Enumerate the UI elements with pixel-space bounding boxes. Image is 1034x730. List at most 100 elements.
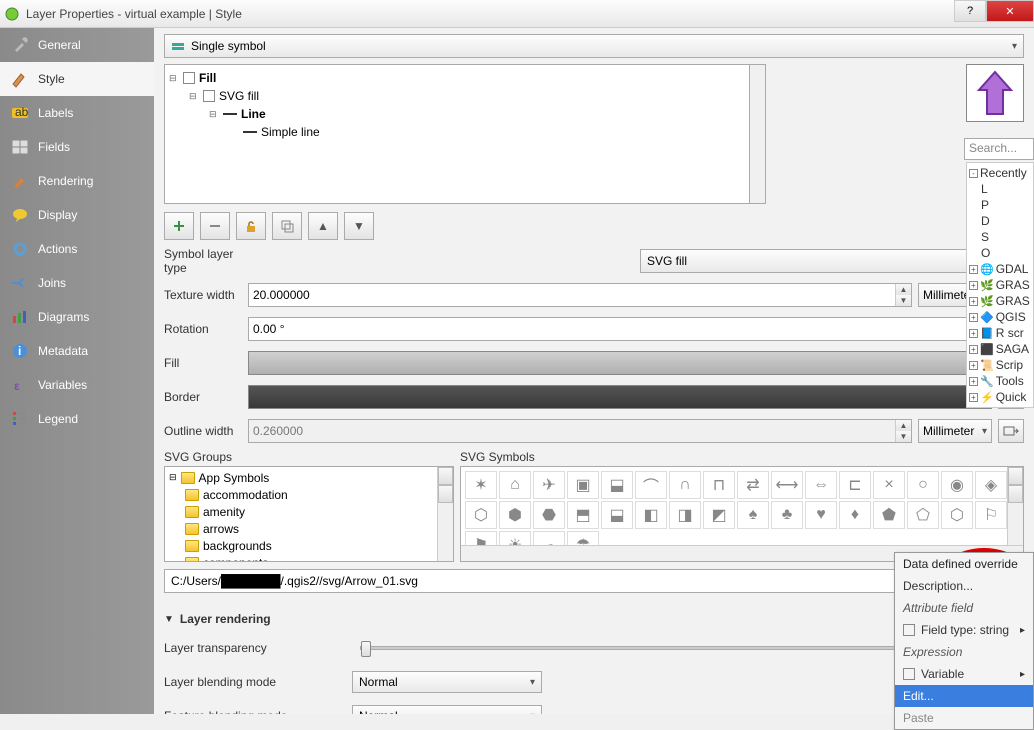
menu-edit[interactable]: Edit... (895, 685, 1033, 707)
sidebar-label: Metadata (38, 344, 88, 358)
svg-symbols-grid[interactable]: ✶⌂✈▣⬓⌒∩⊓⇄⟷⇔⊏ ×○◉◈⬡⬢⬣⬒⬓◧◨◩ ♠♣♥♦⬟⬠⬡⚐⚑☀☁☂ (460, 466, 1024, 562)
folder-item: App Symbols (199, 471, 270, 485)
lock-button[interactable] (236, 212, 266, 240)
sidebar: General Style abc Labels Fields Renderin… (0, 28, 154, 714)
sidebar-label: Style (38, 72, 65, 86)
sidebar-label: Display (38, 208, 77, 222)
tree-scrollbar[interactable] (750, 64, 766, 204)
rotation-label: Rotation (164, 322, 242, 336)
sidebar-item-diagrams[interactable]: Diagrams (0, 300, 154, 334)
svg-text:i: i (18, 344, 21, 358)
labels-icon: abc (10, 103, 30, 123)
sidebar-item-general[interactable]: General (0, 28, 154, 62)
brush-icon (10, 69, 30, 89)
layer-type-label: Symbol layer type (164, 247, 242, 275)
rotation-spin[interactable]: 0.00 °▲▼ (248, 317, 992, 341)
processing-tree[interactable]: -Recently L P D S O +🌐GDAL +🌿GRAS +🌿GRAS… (966, 162, 1034, 408)
folder-item: accommodation (203, 488, 288, 502)
tree-item: SVG fill (219, 89, 259, 103)
fields-icon (10, 137, 30, 157)
feature-blend-label: Feature blending mode (164, 709, 344, 714)
app-icon (4, 6, 20, 22)
symbol-preview (966, 64, 1024, 122)
renderer-combo[interactable]: Single symbol (164, 34, 1024, 58)
dd-override-button[interactable] (998, 419, 1024, 443)
sidebar-label: Actions (38, 242, 77, 256)
menu-paste[interactable]: Paste (895, 707, 1033, 729)
sidebar-item-display[interactable]: Display (0, 198, 154, 232)
svg-text:abc: abc (15, 106, 29, 119)
search-input[interactable]: Search... (964, 138, 1034, 160)
svg-groups-list[interactable]: ⊟App Symbols accommodation amenity arrow… (164, 466, 454, 562)
menu-heading: Data defined override (895, 553, 1033, 575)
folder-item: backgrounds (203, 539, 272, 553)
renderer-label: Single symbol (191, 39, 266, 53)
sidebar-label: Labels (38, 106, 73, 120)
gear-icon (10, 239, 30, 259)
border-color-button[interactable] (248, 385, 992, 409)
svg-symbols-label: SVG Symbols (460, 450, 1024, 464)
border-label: Border (164, 390, 242, 404)
layer-blend-combo[interactable]: Normal (352, 671, 542, 693)
sidebar-item-metadata[interactable]: i Metadata (0, 334, 154, 368)
duplicate-button[interactable] (272, 212, 302, 240)
sidebar-item-actions[interactable]: Actions (0, 232, 154, 266)
move-down-button[interactable]: ▼ (344, 212, 374, 240)
speech-icon (10, 205, 30, 225)
fill-color-button[interactable] (248, 351, 992, 375)
sidebar-item-legend[interactable]: Legend (0, 402, 154, 436)
render-brush-icon (10, 171, 30, 191)
sidebar-label: Diagrams (38, 310, 89, 324)
legend-icon (10, 409, 30, 429)
sidebar-item-joins[interactable]: Joins (0, 266, 154, 300)
texture-width-spin[interactable]: 20.000000▲▼ (248, 283, 912, 307)
tree-root: Fill (199, 71, 216, 85)
outline-width-label: Outline width (164, 424, 242, 438)
sidebar-item-fields[interactable]: Fields (0, 130, 154, 164)
menu-attr-field: Attribute field (895, 597, 1033, 619)
data-defined-menu: Data defined override Description... Att… (894, 552, 1034, 730)
diagram-icon (10, 307, 30, 327)
menu-description[interactable]: Description... (895, 575, 1033, 597)
add-layer-button[interactable] (164, 212, 194, 240)
info-icon: i (10, 341, 30, 361)
svg-text:ε: ε (14, 379, 20, 393)
close-button[interactable]: ✕ (986, 0, 1034, 22)
tree-item: Line (241, 107, 266, 121)
remove-layer-button[interactable] (200, 212, 230, 240)
sidebar-item-labels[interactable]: abc Labels (0, 96, 154, 130)
sidebar-label: Joins (38, 276, 66, 290)
joins-icon (10, 273, 30, 293)
move-up-button[interactable]: ▲ (308, 212, 338, 240)
folder-item: arrows (203, 522, 239, 536)
outline-width-unit[interactable]: Millimeter (918, 419, 992, 443)
sidebar-item-rendering[interactable]: Rendering (0, 164, 154, 198)
scrollbar[interactable] (437, 467, 453, 561)
svg-groups-label: SVG Groups (164, 450, 454, 464)
window-title: Layer Properties - virtual example | Sty… (26, 7, 1030, 21)
symbol-layer-tree[interactable]: ⊟Fill ⊟SVG fill ⊟Line Simple line (164, 64, 750, 204)
help-button[interactable]: ? (954, 0, 986, 22)
wrench-icon (10, 35, 30, 55)
tree-item: Simple line (261, 125, 320, 139)
sidebar-label: General (38, 38, 81, 52)
menu-expression: Expression (895, 641, 1033, 663)
outline-width-spin[interactable]: 0.260000▲▼ (248, 419, 912, 443)
feature-blend-combo[interactable]: Normal (352, 705, 542, 714)
sidebar-label: Fields (38, 140, 70, 154)
sidebar-label: Rendering (38, 174, 93, 188)
layer-blend-label: Layer blending mode (164, 675, 344, 689)
menu-variable[interactable]: Variable (895, 663, 1033, 685)
folder-item: components (203, 556, 268, 563)
transparency-label: Layer transparency (164, 641, 344, 655)
fill-label: Fill (164, 356, 242, 370)
svg-path-input[interactable]: C:/Users/███████/.qgis2//svg/Arrow_01.sv… (164, 569, 944, 593)
sidebar-item-variables[interactable]: ε Variables (0, 368, 154, 402)
sidebar-item-style[interactable]: Style (0, 62, 154, 96)
epsilon-icon: ε (10, 375, 30, 395)
folder-item: amenity (203, 505, 245, 519)
sidebar-label: Legend (38, 412, 78, 426)
menu-field-type[interactable]: Field type: string (895, 619, 1033, 641)
sidebar-label: Variables (38, 378, 87, 392)
texture-width-label: Texture width (164, 288, 242, 302)
